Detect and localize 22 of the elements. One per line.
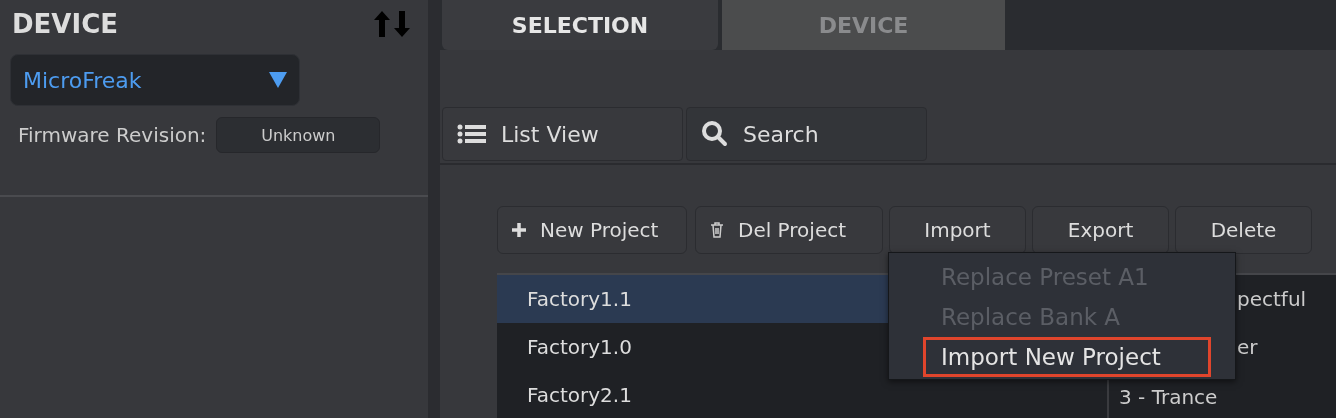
- dropdown-arrow-icon: [269, 72, 287, 88]
- device-dropdown[interactable]: MicroFreak: [10, 54, 300, 106]
- toolbar-button[interactable]: Del Project: [695, 206, 883, 254]
- toolbar-button[interactable]: Delete: [1175, 206, 1312, 254]
- firmware-label: Firmware Revision:: [18, 123, 207, 147]
- tab[interactable]: SELECTION: [442, 0, 718, 50]
- firmware-button[interactable]: Unknown: [216, 117, 381, 153]
- search-button[interactable]: Search: [686, 107, 927, 161]
- list-item[interactable]: 3 - Trance: [1119, 385, 1218, 409]
- list-item[interactable]: er: [1237, 335, 1258, 359]
- toolbar-button[interactable]: Import: [889, 206, 1026, 254]
- panel-title: DEVICE: [12, 9, 118, 39]
- trash-icon: [710, 222, 724, 238]
- search-icon: [701, 120, 729, 148]
- plus-icon: [512, 223, 526, 237]
- sort-arrows-icon[interactable]: [374, 11, 412, 37]
- toolbar-button[interactable]: Export: [1032, 206, 1169, 254]
- list-view-button[interactable]: List View: [442, 107, 683, 161]
- toolbar-button[interactable]: New Project: [497, 206, 687, 254]
- menu-item[interactable]: Import New Project: [923, 337, 1211, 377]
- list-icon: [457, 124, 487, 144]
- list-item[interactable]: pectful: [1237, 287, 1307, 311]
